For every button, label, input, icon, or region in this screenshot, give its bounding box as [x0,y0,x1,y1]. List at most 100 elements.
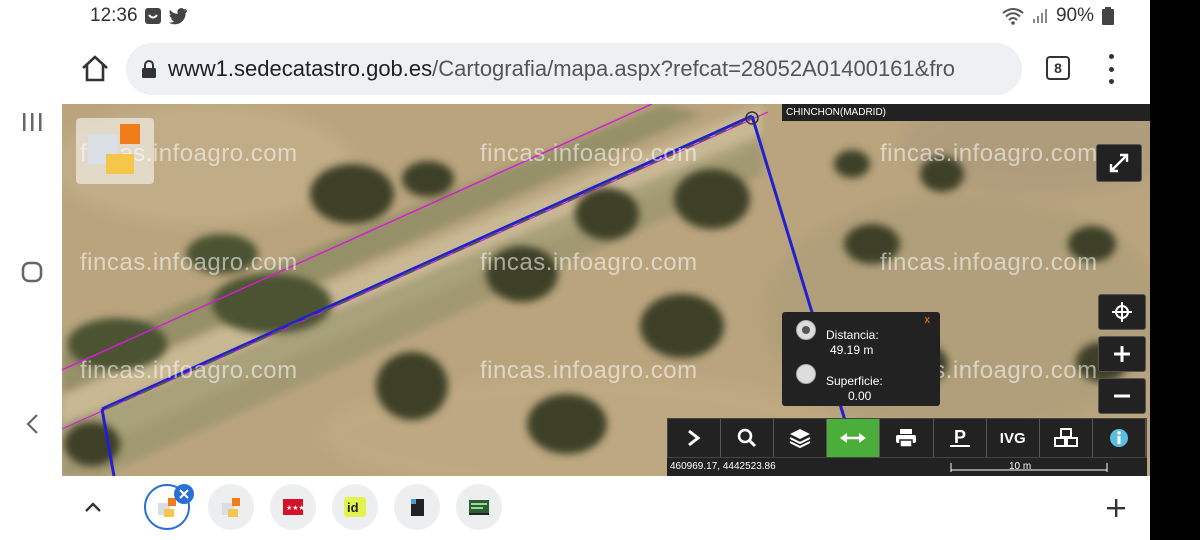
layers-icon [789,429,811,448]
home-system-button[interactable] [16,256,48,288]
cubes-icon [1053,428,1078,447]
recent-apps-icon [23,113,42,131]
tab-catastro[interactable] [208,484,254,530]
browser-toolbar: www1.sedecatastro.gob.es/Cartografia/map… [62,38,1150,100]
watermark: fincas.infoagro.com [480,140,698,167]
area-label: Superficie: [826,374,883,388]
watermark: fincas.infoagro.com [880,140,1098,167]
address-bar[interactable]: www1.sedecatastro.gob.es/Cartografia/map… [126,43,1022,95]
chevron-up-icon [85,502,101,512]
measure-tool-button[interactable] [827,419,881,457]
menu-dot [1108,54,1114,59]
distance-label: Distancia: [826,328,879,342]
plus-icon [1114,346,1130,362]
watermark: fincas.infoagro.com [80,249,298,276]
expand-tool-button[interactable] [668,419,722,457]
watermark: fincas.infoagro.com [480,357,698,384]
coordinate-bar: 460969.17, 4442523.86 10 m [667,458,1147,476]
madrid-favicon: ★★★ [283,499,305,515]
watermark: fincas.infoagro.com [480,249,698,276]
zoom-in-button[interactable] [1098,336,1146,372]
url-text: www1.sedecatastro.gob.es/Cartografia/map… [168,56,955,82]
minus-icon [1114,394,1130,398]
recent-apps-button[interactable] [16,106,48,138]
zoom-out-button[interactable] [1098,378,1146,414]
screen: 12:36 90% www1.sedecatastro.gob.es/Carto… [0,0,1200,540]
group-tool-button[interactable] [1040,419,1093,457]
catastro-logo [76,118,154,184]
idealista-favicon: id [344,497,366,517]
url-path: /Cartografia/mapa.aspx?refcat=28052A0140… [432,56,955,81]
close-tab-button[interactable] [174,484,194,504]
measurement-close-button[interactable]: x [925,314,931,326]
layers-tool-button[interactable] [774,419,828,457]
measure-arrow-icon [840,433,867,443]
chevron-right-icon [688,429,701,447]
signal-icon [1032,9,1047,23]
back-icon [26,414,38,434]
notification-icons [144,7,188,25]
coordinates-readout: 460969.17, 4442523.86 [670,461,776,472]
fullscreen-button[interactable] [1096,144,1142,182]
parking-icon: P [949,427,970,447]
measurement-panel: x Distancia: 49.19 m Superficie: 0.00 [782,312,940,406]
municipality-label: CHINCHON(MADRID) [782,104,1150,121]
tab-comunidad-madrid[interactable]: ★★★ [270,484,316,530]
info-icon [1109,429,1128,447]
plus-icon [1107,499,1125,517]
document-favicon [411,499,424,516]
search-tool-button[interactable] [721,419,775,457]
distance-value: 49.19 m [830,343,874,357]
tab-terminal[interactable] [456,484,502,530]
locate-button[interactable] [1098,294,1146,330]
print-tool-button[interactable] [880,419,934,457]
crosshair-icon [1112,302,1132,322]
url-host: www1.sedecatastro.gob.es [168,56,433,81]
back-button[interactable] [16,408,48,440]
svg-text:P: P [954,427,966,447]
browser-menu-button[interactable] [1106,54,1116,84]
home-circle-icon [21,261,43,283]
home-icon [82,55,108,82]
catastro-favicon [222,498,240,517]
parking-tool-button[interactable]: P [934,419,987,457]
browser-window: 12:36 90% www1.sedecatastro.gob.es/Carto… [62,0,1150,540]
battery-icon [1102,7,1114,25]
lock-icon [142,60,156,78]
clock: 12:36 [90,5,138,26]
tab-strip: ★★★ id [62,476,1150,540]
area-value: 0.00 [848,389,872,403]
area-radio[interactable] [796,364,816,384]
svg-text:★★★: ★★★ [286,504,305,512]
close-icon [179,489,189,499]
new-tab-button[interactable] [1106,498,1126,522]
expand-tabs-button[interactable] [84,498,102,517]
info-tool-button[interactable] [1093,419,1146,457]
ivg-tool-button[interactable]: IVG [987,419,1040,457]
fullscreen-icon [1109,153,1129,173]
wifi-icon [1002,8,1024,25]
map-view[interactable]: fincas.infoagro.com fincas.infoagro.com … [62,104,1150,476]
battery-percent: 90% [1055,5,1094,26]
catastro-logo-icon [88,124,140,174]
browser-home-button[interactable] [78,52,112,86]
status-bar: 12:36 90% [62,0,1150,32]
svg-text:id: id [347,500,359,515]
system-nav-bar [0,0,62,540]
printer-icon [896,429,917,448]
distance-radio[interactable] [796,320,816,340]
menu-dot [1108,66,1114,72]
menu-dot [1108,79,1114,84]
scale-label: 10 m [1009,461,1032,472]
tab-document[interactable] [394,484,440,530]
search-icon [737,428,757,448]
system-status-icons: 90% [1002,5,1114,27]
tab-idealista[interactable]: id [332,484,378,530]
watermark: fincas.infoagro.com [880,249,1098,276]
twitter-icon [169,8,188,25]
map-toolbar: P IVG [667,418,1147,458]
watermark: fincas.infoagro.com [80,357,298,384]
app-notification-icon [145,8,161,24]
terminal-favicon [469,500,489,515]
tab-switcher-button[interactable]: 8 [1046,56,1070,80]
